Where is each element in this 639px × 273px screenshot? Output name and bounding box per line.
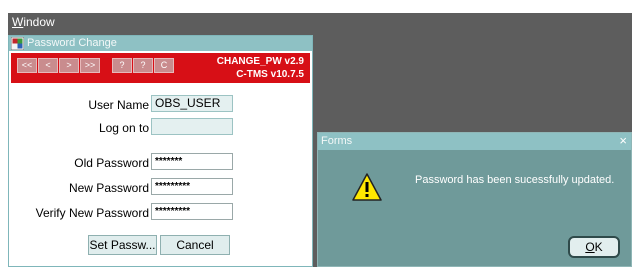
close-icon[interactable]: ×	[619, 133, 627, 148]
user-name-field[interactable]: OBS_USER	[151, 95, 233, 112]
toolbar: << < > >> ? ? C CHANGE_PW v2.9 C-TMS v10…	[11, 53, 310, 83]
context-help-button[interactable]: ?	[133, 58, 153, 73]
forms-workspace: Window Password Change << < > >> ? ? C C…	[8, 13, 632, 267]
exit-button[interactable]: C	[154, 58, 174, 73]
verify-password-label: Verify New Password	[35, 206, 149, 220]
menu-window-label: indow	[23, 15, 55, 29]
window-title: Password Change	[27, 37, 117, 49]
cancel-button[interactable]: Cancel	[160, 235, 230, 255]
first-record-button[interactable]: <<	[17, 58, 37, 73]
menu-window-mnemonic: W	[12, 15, 24, 29]
app-icon	[11, 37, 24, 50]
ok-mnemonic: O	[585, 240, 595, 254]
menu-bar: Window	[8, 13, 632, 31]
dialog-title: Forms	[321, 135, 353, 147]
warning-icon	[352, 173, 382, 201]
new-password-label: New Password	[68, 181, 149, 195]
set-password-button[interactable]: Set Passw...	[88, 235, 157, 255]
last-record-button[interactable]: >>	[80, 58, 100, 73]
dialog-titlebar[interactable]: Forms ×	[318, 133, 631, 150]
ok-button[interactable]: OK	[568, 236, 620, 258]
next-record-button[interactable]: >	[59, 58, 79, 73]
log-on-to-label: Log on to	[98, 121, 149, 135]
ok-label: K	[594, 240, 603, 254]
previous-record-button[interactable]: <	[38, 58, 58, 73]
verify-password-field[interactable]: *********	[151, 203, 233, 220]
system-version: C-TMS v10.7.5	[236, 69, 304, 80]
form-version: CHANGE_PW v2.9	[216, 56, 304, 67]
old-password-label: Old Password	[74, 156, 149, 170]
log-on-to-field[interactable]	[151, 118, 233, 135]
password-change-titlebar[interactable]: Password Change	[9, 36, 312, 51]
user-name-label: User Name	[88, 98, 149, 112]
help-button[interactable]: ?	[112, 58, 132, 73]
dialog-message: Password has been sucessfully updated.	[415, 174, 615, 186]
menu-window[interactable]: Window	[12, 15, 55, 29]
old-password-field[interactable]: *******	[151, 153, 233, 170]
forms-alert-dialog: Forms × Password has been sucessfully up…	[317, 132, 632, 267]
password-change-window: Password Change << < > >> ? ? C CHANGE_P…	[8, 35, 313, 267]
new-password-field[interactable]: *********	[151, 178, 233, 195]
